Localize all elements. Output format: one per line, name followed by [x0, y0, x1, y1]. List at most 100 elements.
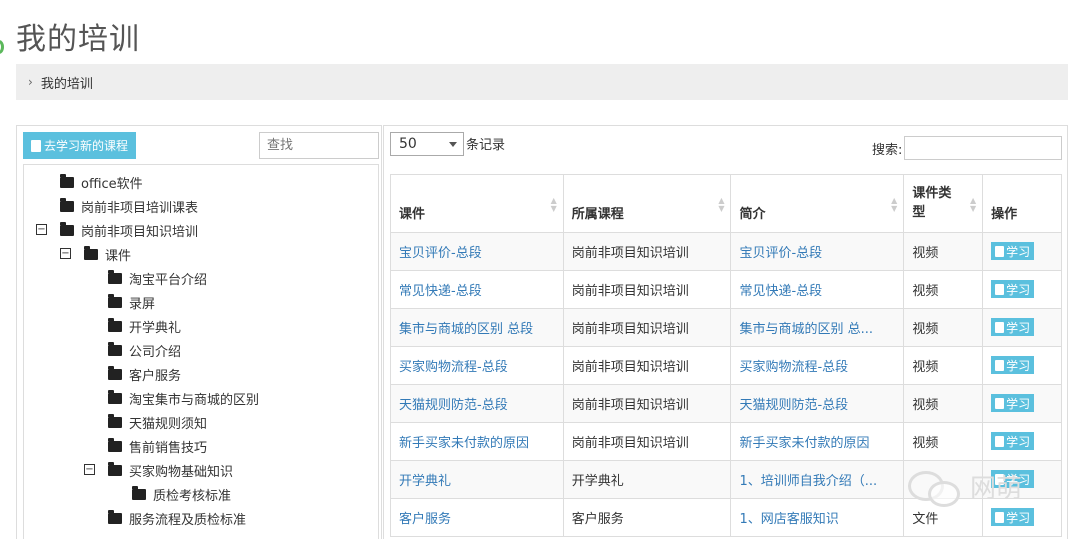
watermark: 网萌 [908, 468, 1023, 507]
tree-node[interactable]: 售前销售技巧 [108, 434, 207, 458]
course-tree-panel: 去学习新的课程 office软件 岗前非项目培训课表 − 岗前非项目知识培训 −… [16, 125, 382, 539]
study-button[interactable]: 学习 [991, 242, 1035, 261]
folder-icon [108, 461, 122, 476]
folder-icon [108, 413, 122, 428]
folder-icon [132, 485, 146, 500]
book-icon [31, 139, 41, 152]
study-button[interactable]: 学习 [991, 432, 1035, 451]
intro-link[interactable]: 1、培训师自我介绍（... [739, 474, 877, 489]
study-label: 学习 [1006, 510, 1031, 525]
courseware-link[interactable]: 客户服务 [399, 512, 451, 527]
intro-link[interactable]: 新手买家未付款的原因 [739, 436, 869, 451]
folder-icon [108, 269, 122, 284]
folder-icon [60, 197, 74, 212]
column-header-label: 课件 [399, 207, 426, 222]
tree-node-label: 服务流程及质检标准 [129, 512, 247, 528]
folder-icon [60, 173, 74, 188]
column-header-label: 简介 [739, 207, 766, 222]
study-button[interactable]: 学习 [991, 318, 1035, 337]
wechat-icon [908, 469, 960, 507]
course-cell: 岗前非项目知识培训 [562, 270, 732, 309]
tree-node-label: 岗前非项目知识培训 [81, 224, 199, 240]
courseware-link[interactable]: 宝贝评价-总段 [399, 246, 482, 261]
course-tree: office软件 岗前非项目培训课表 − 岗前非项目知识培训 − 课件 淘宝平台… [23, 164, 379, 539]
courseware-link[interactable]: 常见快递-总段 [399, 284, 482, 299]
study-button[interactable]: 学习 [991, 394, 1035, 413]
study-button[interactable]: 学习 [991, 280, 1035, 299]
study-button[interactable]: 学习 [991, 508, 1035, 527]
tree-node[interactable]: 岗前非项目培训课表 [60, 194, 198, 218]
column-header-type[interactable]: 课件类型 ▲ ▼ [903, 174, 984, 233]
page-length-select[interactable]: 50 [390, 132, 464, 156]
intro-link[interactable]: 1、网店客服知识 [739, 512, 838, 527]
learn-new-course-label: 去学习新的课程 [44, 139, 129, 153]
collapse-toggle-icon[interactable]: − [84, 464, 95, 475]
table-header-row: 课件 ▲ ▼ 所属课程 ▲ ▼ 简介 ▲ ▼ 课件类型 ▲ ▼ 操作 [390, 174, 1062, 233]
learn-new-course-button[interactable]: 去学习新的课程 [23, 132, 137, 159]
courseware-link[interactable]: 集市与商城的区别 总段 [399, 322, 533, 337]
table-row: 天猫规则防范-总段 岗前非项目知识培训 天猫规则防范-总段 视频 学习 [390, 384, 1062, 423]
sort-icon: ▲ ▼ [718, 196, 725, 213]
sort-icon: ▲ ▼ [550, 196, 557, 213]
course-cell: 岗前非项目知识培训 [562, 422, 732, 461]
collapse-toggle-icon[interactable]: − [36, 224, 47, 235]
page-accent-ring [0, 40, 4, 54]
tree-node[interactable]: 天猫规则须知 [108, 410, 207, 434]
column-header-intro[interactable]: 简介 ▲ ▼ [730, 174, 905, 233]
folder-icon [84, 245, 98, 260]
breadcrumb-item[interactable]: 我的培训 [41, 73, 93, 92]
column-header-courseware[interactable]: 课件 ▲ ▼ [390, 174, 564, 233]
folder-icon [108, 509, 122, 524]
book-icon [995, 435, 1005, 447]
intro-link[interactable]: 天猫规则防范-总段 [739, 398, 848, 413]
table-row: 宝贝评价-总段 岗前非项目知识培训 宝贝评价-总段 视频 学习 [390, 232, 1062, 271]
courseware-link[interactable]: 买家购物流程-总段 [399, 360, 508, 375]
book-icon [995, 397, 1005, 409]
tree-node[interactable]: 淘宝集市与商城的区别 [108, 386, 259, 410]
collapse-toggle-icon[interactable]: − [60, 248, 71, 259]
tree-node[interactable]: 开学典礼 [108, 314, 181, 338]
page-length-label: 条记录 [466, 138, 506, 153]
course-cell: 岗前非项目知识培训 [562, 308, 732, 347]
table-search-input[interactable] [904, 136, 1062, 160]
folder-icon [108, 389, 122, 404]
tree-search-input[interactable] [259, 132, 379, 159]
tree-node[interactable]: 客户服务 [108, 362, 181, 386]
tree-node[interactable]: 买家购物基础知识 [108, 458, 233, 482]
tree-node-label: 客户服务 [129, 368, 182, 384]
tree-node[interactable]: 公司介绍 [108, 338, 181, 362]
column-header-action: 操作 [982, 174, 1062, 233]
courseware-link[interactable]: 开学典礼 [399, 474, 451, 489]
tree-node[interactable]: 岗前非项目知识培训 [60, 218, 198, 242]
intro-link[interactable]: 买家购物流程-总段 [739, 360, 848, 375]
table-row: 买家购物流程-总段 岗前非项目知识培训 买家购物流程-总段 视频 学习 [390, 346, 1062, 385]
tree-node[interactable]: 课件 [84, 242, 131, 266]
table-row: 新手买家未付款的原因 岗前非项目知识培训 新手买家未付款的原因 视频 学习 [390, 422, 1062, 461]
table-row: 集市与商城的区别 总段 岗前非项目知识培训 集市与商城的区别 总... 视频 学… [390, 308, 1062, 347]
tree-node[interactable]: 质检考核标准 [132, 482, 231, 506]
intro-link[interactable]: 常见快递-总段 [739, 284, 822, 299]
tree-node[interactable]: 淘宝平台介绍 [108, 266, 207, 290]
courseware-link[interactable]: 天猫规则防范-总段 [399, 398, 508, 413]
courseware-link[interactable]: 新手买家未付款的原因 [399, 436, 529, 451]
study-button[interactable]: 学习 [991, 356, 1035, 375]
folder-icon [60, 221, 74, 236]
type-cell: 视频 [903, 308, 984, 347]
tree-node[interactable]: 录屏 [108, 290, 155, 314]
type-cell: 视频 [903, 232, 984, 271]
intro-link[interactable]: 集市与商城的区别 总... [739, 322, 873, 337]
type-cell: 视频 [903, 422, 984, 461]
folder-icon [108, 341, 122, 356]
tree-node-label: 公司介绍 [129, 344, 182, 360]
column-header-course[interactable]: 所属课程 ▲ ▼ [562, 174, 732, 233]
study-label: 学习 [1006, 244, 1031, 259]
watermark-text: 网萌 [970, 474, 1023, 504]
tree-node[interactable]: office软件 [60, 170, 143, 194]
tree-node-label: 淘宝平台介绍 [129, 272, 208, 288]
tree-node[interactable]: 服务流程及质检标准 [108, 506, 246, 530]
sort-icon: ▲ ▼ [969, 196, 977, 213]
tree-node-label: 天猫规则须知 [129, 416, 208, 432]
course-cell: 客户服务 [562, 498, 732, 537]
column-header-label: 课件类型 [912, 186, 952, 220]
intro-link[interactable]: 宝贝评价-总段 [739, 246, 822, 261]
